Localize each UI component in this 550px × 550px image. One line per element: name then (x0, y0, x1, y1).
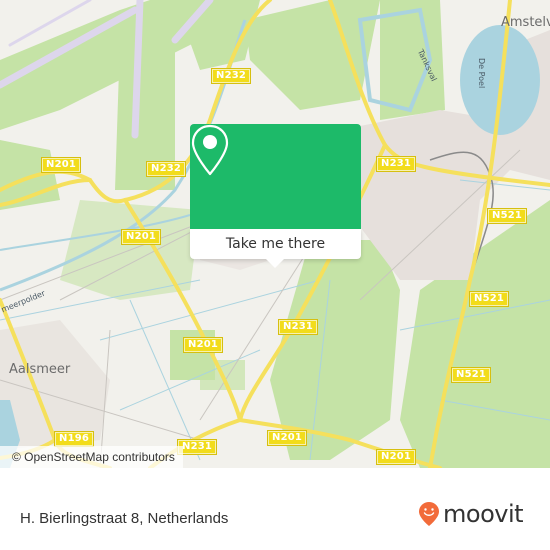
runway (131, 0, 144, 139)
moovit-logo[interactable]: moovit (418, 500, 524, 528)
water-label-de-poel: De Poel (477, 58, 486, 89)
road-label-n521: N521 (488, 209, 527, 223)
footer: H. Bierlingstraat 8, Netherlands moovit (0, 468, 550, 550)
popup-pointer (266, 259, 284, 268)
place-label-aalsmeer: Aalsmeer (9, 362, 71, 377)
address-text: H. Bierlingstraat 8, Netherlands (20, 510, 229, 527)
location-popup: Take me there (190, 124, 361, 268)
location-pin-icon (191, 124, 229, 176)
osm-attribution[interactable]: © OpenStreetMap contributors (0, 446, 183, 468)
road-label-n231: N231 (279, 320, 318, 334)
place-label-amstelveen: Amstelv (501, 15, 550, 30)
map[interactable]: N232 N232 N201 N201 N201 N201 N201 N231 … (0, 0, 550, 468)
green-area (0, 140, 60, 210)
road-label-n201: N201 (122, 230, 161, 244)
road-label-n201: N201 (377, 450, 416, 464)
green-area (245, 0, 380, 110)
take-me-there-button[interactable]: Take me there (190, 229, 361, 259)
road-label-n232: N232 (212, 69, 251, 83)
moovit-wordmark: moovit (443, 500, 524, 528)
road-label-n232: N232 (147, 162, 186, 176)
road-label-n201: N201 (184, 338, 223, 352)
road-label-n201: N201 (268, 431, 307, 445)
moovit-pin-icon (419, 502, 439, 526)
road-label-n201: N201 (42, 158, 81, 172)
road-label-n231: N231 (178, 440, 217, 454)
road-label-n521: N521 (470, 292, 509, 306)
popup-header (190, 124, 361, 229)
road-label-n231: N231 (377, 157, 416, 171)
road-label-n196: N196 (55, 432, 94, 446)
road-label-n521: N521 (452, 368, 491, 382)
